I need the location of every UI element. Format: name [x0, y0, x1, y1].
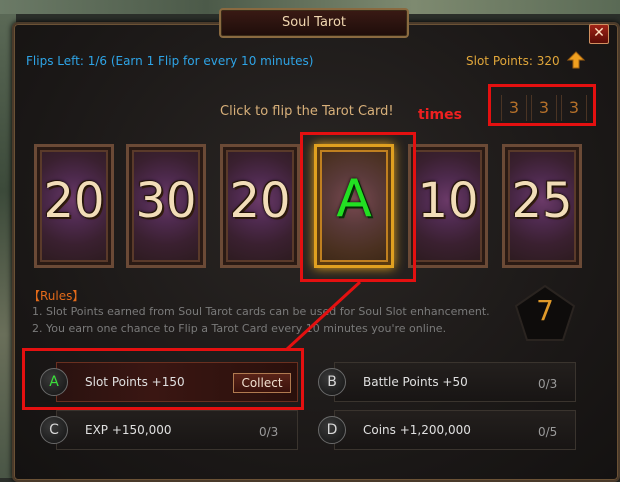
reward-label-c: EXP +150,000: [85, 423, 172, 437]
reward-letter-c: C: [40, 416, 68, 444]
reward-label-d: Coins +1,200,000: [363, 423, 471, 437]
reward-letter-d: D: [318, 416, 346, 444]
reward-label-b: Battle Points +50: [363, 375, 468, 389]
counter-digit: 3: [501, 95, 527, 121]
card-value: 10: [417, 173, 479, 229]
rule-item: 2. You earn one chance to Flip a Tarot C…: [32, 322, 447, 335]
close-button[interactable]: ✕: [589, 24, 609, 44]
tarot-card[interactable]: 30: [126, 144, 206, 268]
card-value: 20: [229, 173, 291, 229]
slot-points-text: Slot Points: 320: [466, 54, 560, 68]
times-annotation: times: [418, 107, 462, 123]
rule-item: 1. Slot Points earned from Soul Tarot ca…: [32, 305, 490, 318]
tarot-card[interactable]: 10: [408, 144, 488, 268]
counter-digit: 3: [531, 95, 557, 121]
card-highlight-box: [300, 132, 416, 282]
reward-count-c: 0/3: [259, 425, 279, 439]
pentagon-value: 7: [536, 294, 554, 327]
counter-highlight-box: 3 3 3: [488, 84, 596, 126]
card-value: 30: [135, 173, 197, 229]
window-title: Soul Tarot: [219, 8, 409, 38]
card-value: 25: [511, 173, 573, 229]
rules-title: 【Rules】: [28, 289, 85, 303]
reward-highlight-box: [22, 348, 304, 410]
tarot-card[interactable]: 20: [220, 144, 300, 268]
flips-left-text: Flips Left: 1/6 (Earn 1 Flip for every 1…: [26, 54, 314, 68]
tarot-card[interactable]: 20: [34, 144, 114, 268]
tarot-card[interactable]: 25: [502, 144, 582, 268]
reward-letter-b: B: [318, 368, 346, 396]
reward-count-d: 0/5: [538, 425, 558, 439]
arrow-up-icon[interactable]: [566, 50, 586, 70]
card-value: 20: [43, 173, 105, 229]
flip-hint-text: Click to flip the Tarot Card!: [220, 104, 394, 119]
counter-digit: 3: [561, 95, 587, 121]
reward-count-b: 0/3: [538, 377, 558, 391]
